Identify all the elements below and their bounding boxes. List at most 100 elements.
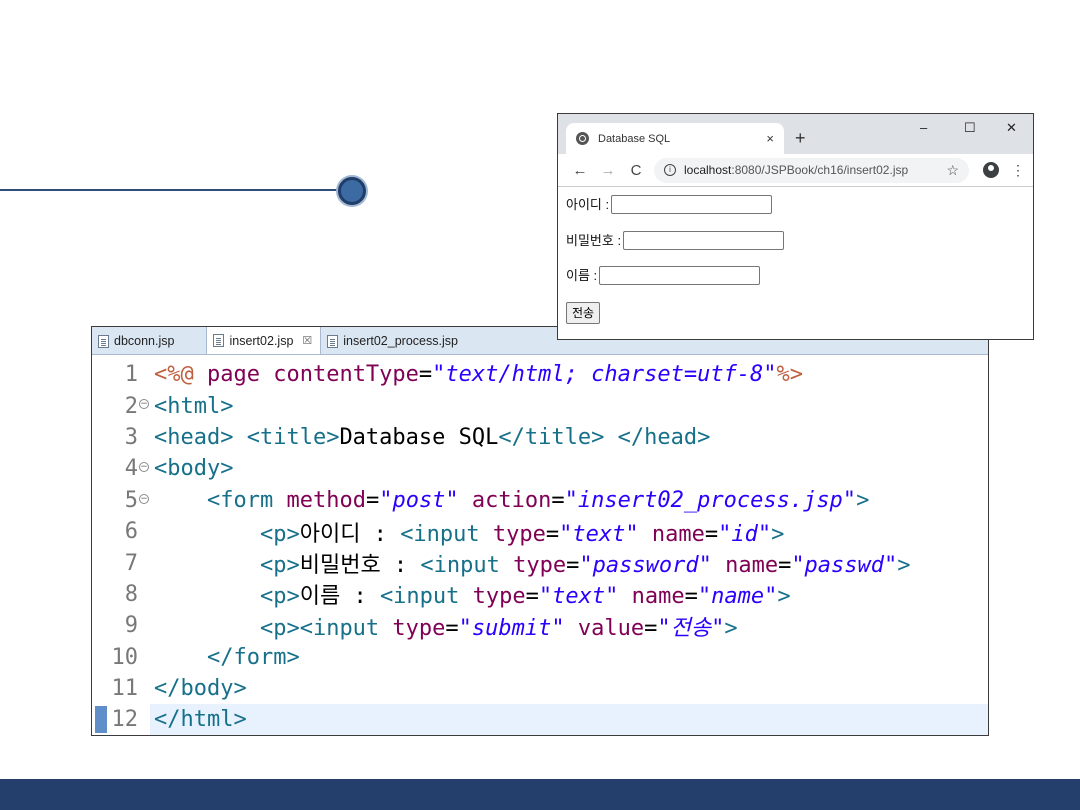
editor-tab[interactable]: insert02.jsp ☒ — [206, 327, 322, 354]
code-text: </html> — [150, 707, 247, 732]
code-token: </html> — [154, 707, 247, 733]
reload-icon[interactable]: C — [622, 162, 650, 179]
code-token: type — [492, 521, 546, 547]
line-number: 11 — [92, 672, 150, 705]
code-token: > — [724, 615, 738, 641]
close-tab-icon[interactable]: × — [766, 131, 774, 146]
code-token: = — [525, 584, 539, 610]
browser-titlebar: Database SQL × + – ☐ ✕ — [558, 114, 1033, 154]
code-token: "name" — [697, 584, 778, 610]
code-token: > — [777, 584, 791, 610]
code-line[interactable]: 6 <p>아이디 : <input type="text" name="id"> — [92, 515, 988, 548]
browser-tab[interactable]: Database SQL × — [566, 123, 784, 154]
code-line[interactable]: 1 <%@ page contentType="text/html; charse… — [92, 359, 988, 391]
line-number: 1 — [92, 359, 150, 391]
code-token: = — [445, 615, 459, 641]
code-token: <input — [379, 584, 473, 610]
code-line[interactable]: 12 </html> — [92, 704, 988, 735]
code-line[interactable]: 4− <body> — [92, 453, 988, 485]
fold-toggle-icon[interactable]: − — [139, 462, 149, 473]
code-line[interactable]: 9 <p><input type="submit" value="전송"> — [92, 610, 988, 642]
code-text: <head> <title>Database SQL</title> </hea… — [150, 425, 710, 450]
code-text: <p><input type="submit" value="전송"> — [150, 610, 738, 642]
code-token: <p><input — [259, 615, 393, 641]
code-token: value — [577, 615, 645, 641]
code-token: method — [286, 487, 366, 513]
code-token: 비밀번호 : — [299, 553, 421, 579]
code-token: type — [472, 584, 526, 610]
editor-tab[interactable]: dbconn.jsp — [92, 328, 182, 354]
id-label: 아이디 : — [566, 197, 610, 212]
code-line[interactable]: 2− <html> — [92, 390, 988, 422]
code-token: "insert02_process.jsp" — [564, 487, 857, 513]
code-line[interactable]: 8 <p>이름 : <input type="text" name="name"… — [92, 578, 988, 611]
line-number: 3 — [92, 421, 150, 454]
code-token: <p> — [259, 521, 300, 547]
bottom-band — [0, 779, 1080, 810]
line-number-text: 11 — [111, 676, 139, 702]
close-tab-icon[interactable]: ☒ — [302, 334, 312, 347]
editor-tab[interactable]: insert02_process.jsp — [321, 328, 466, 354]
code-token: "text" — [538, 584, 632, 610]
code-line[interactable]: 11 </body> — [92, 672, 988, 705]
forward-icon[interactable]: → — [594, 162, 622, 179]
passwd-input[interactable] — [623, 230, 785, 250]
code-token: "text" — [559, 521, 652, 547]
code-area[interactable]: 1 <%@ page contentType="text/html; charse… — [92, 355, 988, 735]
editor-tab-label: insert02_process.jsp — [343, 334, 458, 348]
submit-button[interactable]: 전송 — [566, 301, 601, 324]
url-input[interactable]: i localhost :8080/JSPBook/ch16/insert02.… — [654, 157, 969, 183]
code-token: = — [418, 362, 433, 388]
code-token: </head> — [617, 424, 711, 450]
code-token: action — [471, 487, 552, 513]
code-token: "전송" — [657, 615, 725, 641]
name-label: 이름 : — [566, 268, 598, 283]
star-icon[interactable]: ☆ — [946, 162, 959, 179]
maximize-icon[interactable]: ☐ — [964, 120, 976, 136]
line-number: 6 — [92, 515, 150, 548]
code-token: <%@ — [154, 362, 207, 388]
code-line[interactable]: 3 <head> <title>Database SQL</title> </he… — [92, 421, 988, 454]
code-token: %> — [776, 362, 804, 388]
id-input[interactable] — [611, 195, 773, 214]
code-token: "submit" — [458, 615, 578, 641]
file-icon — [213, 334, 225, 347]
code-token: type — [513, 553, 567, 579]
browser-tab-title: Database SQL — [598, 132, 671, 145]
code-token: <p> — [259, 553, 300, 579]
new-tab-button[interactable]: + — [795, 128, 806, 149]
info-icon[interactable]: i — [664, 164, 676, 176]
code-line[interactable]: 7 <p>비밀번호 : <input type="password" name=… — [92, 547, 988, 579]
fold-toggle-icon[interactable]: − — [139, 493, 149, 504]
code-text: </body> — [150, 676, 247, 701]
line-number-text: 5 — [124, 487, 138, 513]
code-token: </body> — [154, 676, 247, 702]
editor-tab-label: insert02.jsp — [229, 333, 294, 348]
code-token: = — [551, 487, 565, 513]
fold-toggle-icon[interactable]: − — [139, 399, 149, 410]
code-text: </form> — [150, 645, 300, 670]
code-line[interactable]: 5− <form method="post" action="insert02_… — [92, 484, 988, 516]
line-number: 5− — [92, 484, 150, 516]
name-input[interactable] — [599, 266, 761, 285]
code-token: <head> — [154, 424, 247, 450]
menu-icon[interactable]: ⋮ — [1011, 162, 1025, 179]
url-path: :8080/JSPBook/ch16/insert02.jsp — [731, 163, 909, 177]
back-icon[interactable]: ← — [566, 162, 594, 179]
passwd-row: 비밀번호 : — [566, 230, 1025, 267]
minimize-icon[interactable]: – — [920, 120, 927, 135]
submit-row: 전송 — [566, 301, 1025, 338]
line-number: 9 — [92, 610, 150, 642]
code-token: page — [206, 362, 274, 388]
code-token: = — [644, 615, 658, 641]
code-token: <p> — [259, 584, 300, 610]
avatar-icon[interactable] — [983, 162, 999, 178]
address-bar: ← → C i localhost :8080/JSPBook/ch16/ins… — [558, 154, 1033, 187]
name-row: 이름 : — [566, 266, 1025, 302]
code-editor: dbconn.jsp insert02.jsp ☒ insert02_process.… — [91, 326, 989, 736]
close-window-icon[interactable]: ✕ — [1006, 120, 1017, 136]
url-host: localhost — [684, 163, 732, 177]
code-line[interactable]: 10 </form> — [92, 641, 988, 673]
